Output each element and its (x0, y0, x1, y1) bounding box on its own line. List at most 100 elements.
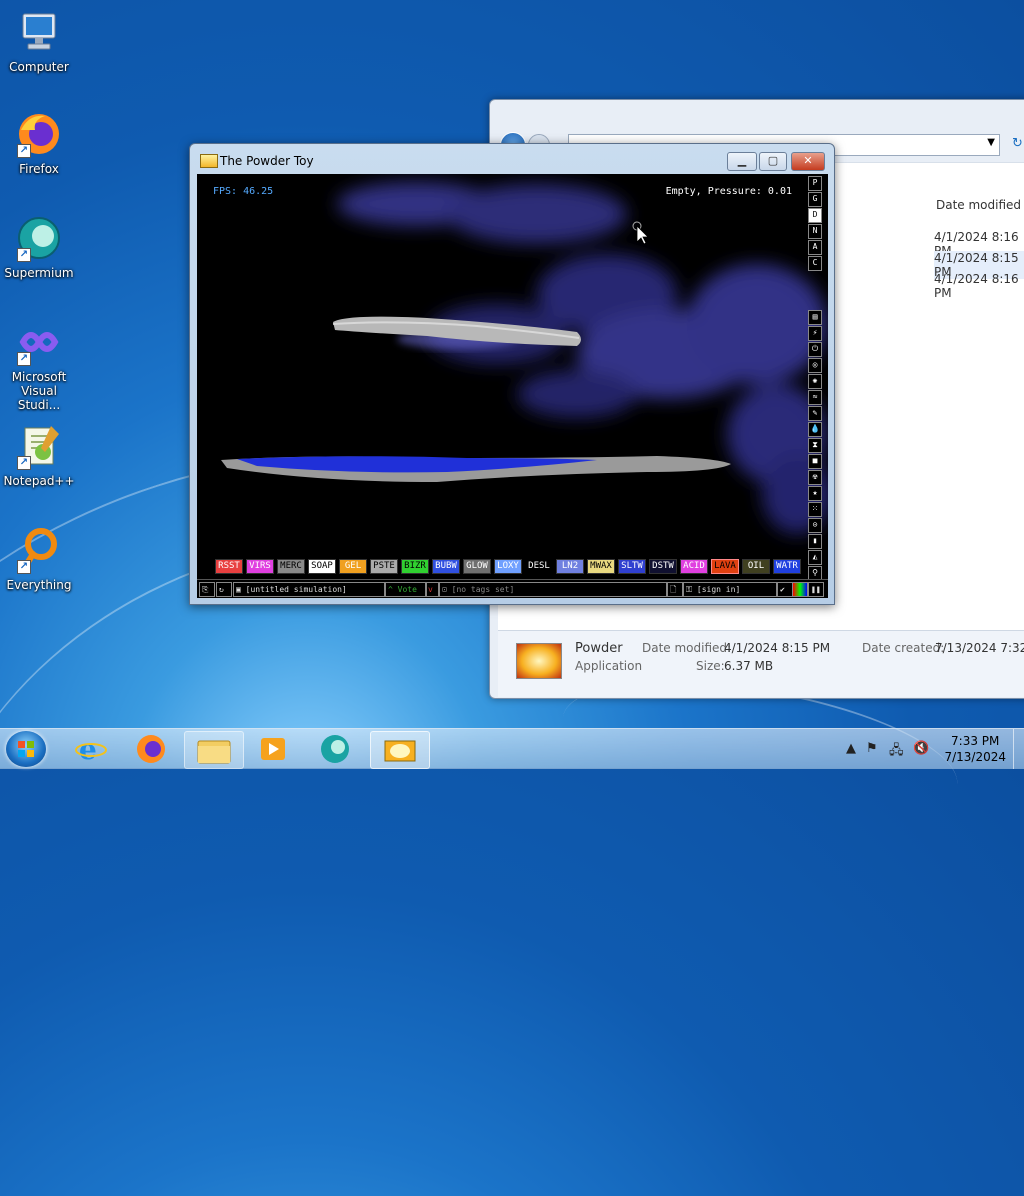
chevron-down-icon[interactable]: ▼ (987, 137, 995, 148)
element-button-sltw[interactable]: SLTW (618, 559, 646, 574)
element-button-lava[interactable]: LAVA (711, 559, 739, 574)
element-button-desl[interactable]: DESL (525, 559, 553, 574)
taskbar-file-explorer[interactable] (184, 731, 244, 769)
element-button-watr[interactable]: WATR (773, 559, 801, 574)
category-liquids-icon[interactable]: 💧 (808, 422, 822, 437)
element-button-soap[interactable]: SOAP (308, 559, 336, 574)
category-sensors-icon[interactable]: ⏻ (808, 342, 822, 357)
category-explosives-icon[interactable]: ✺ (808, 374, 822, 389)
render-options-button[interactable] (792, 582, 808, 597)
file-row-date[interactable]: 4/1/2024 8:16 PM (934, 272, 1024, 300)
category-electronics-icon[interactable]: ▤ (808, 310, 822, 325)
window-title: The Powder Toy (220, 154, 314, 168)
element-button-virs[interactable]: VIRS (246, 559, 274, 574)
desktop-icon-firefox[interactable]: ↗ Firefox (1, 110, 77, 176)
tool-c[interactable]: C (808, 256, 822, 271)
shortcut-arrow-icon: ↗ (17, 456, 31, 470)
minimize-button[interactable]: ▁ (727, 152, 757, 171)
element-button-gel[interactable]: GEL (339, 559, 367, 574)
element-button-oil[interactable]: OIL (742, 559, 770, 574)
show-hidden-icons-button[interactable]: ▲ (846, 741, 856, 756)
folder-icon (197, 740, 231, 764)
element-button-dstw[interactable]: DSTW (649, 559, 677, 574)
key-icon: ⚿ (686, 585, 697, 594)
element-button-pste[interactable]: PSTE (370, 559, 398, 574)
category-decoration-icon[interactable]: ◭ (808, 550, 822, 565)
shortcut-arrow-icon: ↗ (17, 248, 31, 262)
simulation-render (221, 182, 828, 534)
vote-up-button[interactable]: ^ Vote (385, 582, 427, 597)
save-icon: ▣ (236, 585, 246, 594)
shortcut-arrow-icon: ↗ (17, 352, 31, 366)
element-button-glow[interactable]: GLOW (463, 559, 491, 574)
open-save-button[interactable]: ⎘ (199, 582, 215, 597)
pause-button[interactable]: ❚❚ (808, 582, 824, 597)
element-button-mwax[interactable]: MWAX (587, 559, 615, 574)
simulation-canvas[interactable]: FPS: 46.25 Empty, Pressure: 0.01 P G D N… (197, 174, 828, 598)
taskbar-firefox[interactable] (122, 731, 180, 767)
category-favorites-icon[interactable]: ▮ (808, 534, 822, 549)
taskbar-clock[interactable]: 7:33 PM 7/13/2024 (944, 733, 1006, 765)
category-gases-icon[interactable]: ≈ (808, 390, 822, 405)
everything-search-icon: ↗ (15, 526, 63, 574)
desktop-icon-label: Notepad++ (3, 474, 75, 488)
category-radioactive-icon[interactable]: ☢ (808, 470, 822, 485)
tool-n[interactable]: N (808, 224, 822, 239)
category-powders-icon[interactable]: ⧗ (808, 438, 822, 453)
visual-studio-icon: ↗ (15, 318, 63, 366)
category-force-icon[interactable]: ◎ (808, 358, 822, 373)
element-button-bubw[interactable]: BUBW (432, 559, 460, 574)
desktop-icon-computer[interactable]: Computer (1, 8, 77, 74)
firefox-icon: ↗ (15, 110, 63, 158)
element-button-bizr[interactable]: BIZR (401, 559, 429, 574)
taskbar-internet-explorer[interactable]: e (62, 731, 120, 767)
category-misc-icon[interactable]: ⊙ (808, 518, 822, 533)
reload-button[interactable]: ↻ (216, 582, 232, 597)
refresh-icon[interactable]: ↻ (1012, 136, 1023, 151)
close-button[interactable]: ✕ (791, 152, 825, 171)
detail-date-created: 7/13/2024 7:32 PM (935, 641, 1024, 655)
taskbar-media-player[interactable] (244, 731, 302, 767)
network-icon[interactable]: 🖧 (889, 741, 904, 763)
volume-muted-icon[interactable]: 🔇 (913, 741, 929, 756)
detail-date-modified-label: Date modified: (642, 641, 732, 655)
file-thumbnail-icon (516, 643, 562, 679)
maximize-button[interactable]: ▢ (759, 152, 787, 171)
clear-simulation-button[interactable]: 🗋 (667, 582, 683, 597)
taskbar-powder-toy[interactable] (370, 731, 430, 769)
settings-button[interactable]: ✔ (777, 582, 793, 597)
tool-gravity-g[interactable]: G (808, 192, 822, 207)
detail-size-label: Size: (696, 659, 725, 673)
element-button-ln2[interactable]: LN2 (556, 559, 584, 574)
category-tools-icon[interactable]: ✎ (808, 406, 822, 421)
category-life-icon[interactable]: ⁙ (808, 502, 822, 517)
category-powered-icon[interactable]: ⚡ (808, 326, 822, 341)
desktop-icon-notepadpp[interactable]: ↗ Notepad++ (1, 422, 77, 488)
vote-down-button[interactable]: v (425, 582, 439, 597)
taskbar-supermium[interactable] (306, 731, 364, 767)
powder-toy-window[interactable]: The Powder Toy ▁ ▢ ✕ FPS: 46.25 Empty, P… (189, 143, 835, 605)
element-button-loxy[interactable]: LOXY (494, 559, 522, 574)
supermium-icon (321, 735, 349, 763)
show-desktop-button[interactable] (1013, 729, 1024, 769)
tool-a[interactable]: A (808, 240, 822, 255)
tags-button[interactable]: ⊡ [no tags set] (439, 582, 667, 597)
login-button[interactable]: ⚿ [sign in] (683, 582, 777, 597)
category-special-icon[interactable]: ★ (808, 486, 822, 501)
element-button-acid[interactable]: ACID (680, 559, 708, 574)
pressure-status: Empty, Pressure: 0.01 (665, 186, 792, 197)
desktop-icon-supermium[interactable]: ↗ Supermium (1, 214, 77, 280)
detail-name: Powder (575, 641, 623, 656)
desktop-icon-everything[interactable]: ↗ Everything (1, 526, 77, 592)
element-button-merc[interactable]: MERC (277, 559, 305, 574)
desktop-icon-visual-studio[interactable]: ↗ Microsoft Visual Studi... (1, 318, 77, 412)
tool-pause-p[interactable]: P (808, 176, 822, 191)
start-button[interactable] (6, 731, 46, 767)
element-button-rsst[interactable]: RSST (215, 559, 243, 574)
desktop-icon-label: Computer (9, 60, 69, 74)
category-solids-icon[interactable]: ■ (808, 454, 822, 469)
action-center-flag-icon[interactable]: ⚑ (866, 741, 878, 756)
column-header-date-modified[interactable]: Date modified (936, 198, 1021, 212)
tool-display-d[interactable]: D (808, 208, 822, 223)
save-simulation-button[interactable]: ▣ [untitled simulation] (233, 582, 385, 597)
